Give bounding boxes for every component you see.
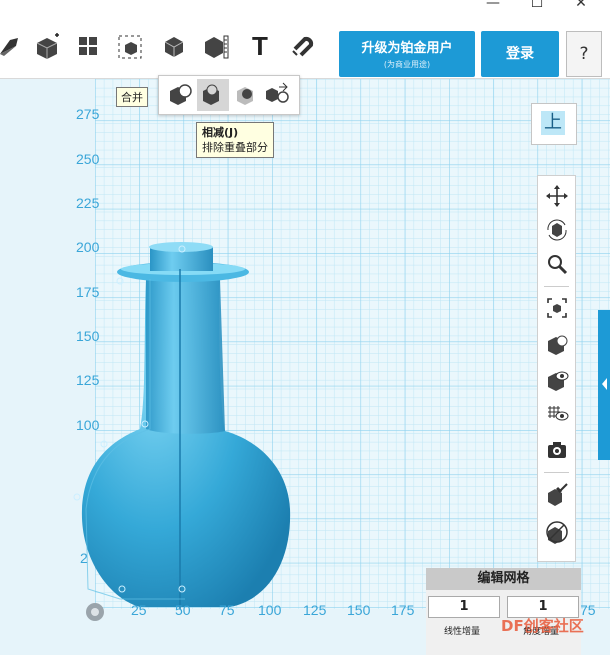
measure-tool-icon[interactable] bbox=[198, 28, 234, 64]
x-tick: 75 bbox=[219, 602, 235, 618]
login-button[interactable]: 登录 bbox=[481, 31, 559, 77]
x-tick: 50 bbox=[175, 602, 191, 618]
pan-icon[interactable] bbox=[541, 180, 573, 212]
x-tick: 125 bbox=[303, 602, 327, 618]
x-tick: 25 bbox=[131, 602, 147, 618]
edit-grid-panel: 编辑网格 1 1 线性增量 角度增量 bbox=[426, 568, 581, 655]
main-toolbar: T 升级为铂金用户 (为商业用途) 登录 ? bbox=[0, 12, 610, 79]
upgrade-sublabel: (为商业用途) bbox=[383, 60, 431, 69]
magnet-tool-icon[interactable] bbox=[284, 28, 320, 64]
material-icon[interactable] bbox=[541, 478, 573, 510]
combine-tool-icon[interactable] bbox=[156, 28, 192, 64]
linear-increment-input[interactable]: 1 bbox=[428, 596, 500, 618]
help-button[interactable]: ? bbox=[566, 31, 602, 77]
camera-icon[interactable] bbox=[541, 434, 573, 466]
solid-view-icon[interactable] bbox=[541, 328, 573, 360]
view-controls-panel bbox=[537, 175, 576, 562]
union-tooltip: 合并 bbox=[116, 87, 148, 107]
text-tool-icon[interactable]: T bbox=[242, 28, 278, 64]
y-tick: 225 bbox=[76, 195, 100, 211]
split-icon[interactable] bbox=[263, 81, 293, 109]
union-icon[interactable] bbox=[166, 81, 194, 109]
pattern-tool-icon[interactable] bbox=[70, 28, 106, 64]
orbit-icon[interactable] bbox=[541, 214, 573, 246]
x-tick: 175 bbox=[391, 602, 415, 618]
y-tick: 200 bbox=[76, 239, 100, 255]
grid-toggle-icon[interactable] bbox=[541, 398, 573, 430]
edit-grid-title[interactable]: 编辑网格 bbox=[426, 568, 581, 590]
panel-divider bbox=[544, 286, 569, 287]
x-tick: 100 bbox=[258, 602, 282, 618]
y-tick: 125 bbox=[76, 372, 100, 388]
panel-divider bbox=[544, 472, 569, 473]
intersect-icon[interactable] bbox=[233, 81, 261, 109]
y-tick: 175 bbox=[76, 284, 100, 300]
close-button[interactable]: ✕ bbox=[566, 0, 596, 12]
x-tick: 150 bbox=[347, 602, 371, 618]
no-material-icon[interactable] bbox=[541, 516, 573, 548]
combine-popup bbox=[158, 75, 300, 115]
y-tick: 2 bbox=[80, 550, 88, 566]
y-tick: 250 bbox=[76, 151, 100, 167]
maximize-button[interactable]: ☐ bbox=[522, 0, 552, 12]
subtract-tooltip: 相减(J) 排除重叠部分 bbox=[196, 122, 274, 158]
subtract-tooltip-title: 相减(J) bbox=[202, 126, 239, 139]
subtract-icon[interactable] bbox=[197, 79, 229, 111]
sketch-tool-icon[interactable] bbox=[0, 28, 28, 64]
y-tick: 150 bbox=[76, 328, 100, 344]
subtract-tooltip-desc: 排除重叠部分 bbox=[202, 141, 268, 154]
window-titlebar: — ☐ ✕ bbox=[0, 0, 610, 12]
view-cube[interactable]: 上 bbox=[531, 103, 577, 145]
upgrade-label: 升级为铂金用户 bbox=[361, 41, 453, 56]
transform-tool-icon[interactable] bbox=[28, 28, 64, 64]
snap-tool-icon[interactable] bbox=[112, 28, 148, 64]
view-cube-top-face[interactable]: 上 bbox=[541, 111, 565, 135]
y-tick: 275 bbox=[76, 106, 100, 122]
y-tick: 100 bbox=[76, 417, 100, 433]
fit-view-icon[interactable] bbox=[541, 292, 573, 324]
minimize-button[interactable]: — bbox=[478, 0, 508, 12]
visibility-icon[interactable] bbox=[541, 364, 573, 396]
side-panel-tab[interactable] bbox=[598, 310, 610, 460]
watermark: DF创客社区 bbox=[501, 617, 584, 635]
zoom-icon[interactable] bbox=[541, 248, 573, 280]
linear-increment-label: 线性增量 bbox=[444, 627, 481, 637]
upgrade-button[interactable]: 升级为铂金用户 (为商业用途) bbox=[339, 31, 475, 77]
